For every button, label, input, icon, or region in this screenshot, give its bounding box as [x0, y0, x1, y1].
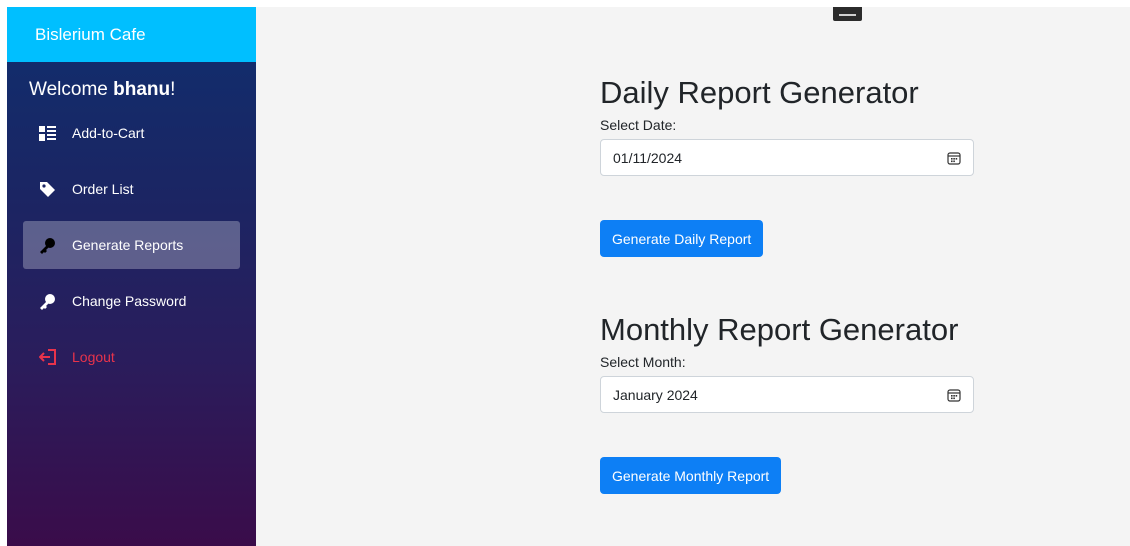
sidebar-nav: Add-to-Cart Order List Generate Reports …: [7, 109, 256, 381]
date-input[interactable]: 01/11/2024: [600, 139, 974, 176]
sidebar-item-logout[interactable]: Logout: [23, 333, 240, 381]
username: bhanu: [113, 79, 171, 100]
sidebar: Bislerium Cafe Welcome bhanu! Add-to-Car…: [7, 7, 256, 546]
key-icon: [38, 236, 56, 254]
month-input-value: January 2024: [613, 386, 698, 403]
daily-report-section: Daily Report Generator Select Date: 01/1…: [600, 75, 974, 257]
calendar-icon[interactable]: [947, 388, 961, 402]
sidebar-item-order-list[interactable]: Order List: [23, 165, 240, 213]
daily-report-title: Daily Report Generator: [600, 75, 919, 110]
generate-daily-report-button[interactable]: Generate Daily Report: [600, 220, 764, 257]
drag-handle[interactable]: [833, 7, 862, 21]
select-month-label: Select Month:: [600, 354, 686, 370]
welcome-prefix: Welcome: [29, 79, 114, 100]
calendar-icon[interactable]: [947, 151, 961, 165]
sidebar-item-label: Change Password: [72, 293, 187, 309]
logout-icon: [38, 348, 56, 366]
sidebar-item-label: Add-to-Cart: [72, 125, 145, 141]
tag-icon: [38, 180, 56, 198]
welcome-message: Welcome bhanu!: [7, 79, 256, 101]
key-icon: [38, 292, 56, 310]
brand-name: Bislerium Cafe: [35, 24, 146, 44]
brand-bar[interactable]: Bislerium Cafe: [7, 7, 256, 62]
sidebar-item-add-to-cart[interactable]: Add-to-Cart: [23, 109, 240, 157]
main-content: Daily Report Generator Select Date: 01/1…: [256, 7, 1130, 546]
welcome-suffix: !: [170, 79, 176, 100]
sidebar-item-label: Generate Reports: [72, 237, 184, 253]
monthly-report-section: Monthly Report Generator Select Month: J…: [600, 312, 974, 494]
sidebar-item-change-password[interactable]: Change Password: [23, 277, 240, 325]
grid-list-icon: [38, 124, 56, 142]
date-input-value: 01/11/2024: [613, 149, 683, 166]
select-date-label: Select Date:: [600, 117, 677, 133]
generate-monthly-report-button[interactable]: Generate Monthly Report: [600, 457, 782, 494]
month-input[interactable]: January 2024: [600, 376, 974, 413]
app-window: Bislerium Cafe Welcome bhanu! Add-to-Car…: [7, 7, 1130, 546]
sidebar-item-generate-reports[interactable]: Generate Reports: [23, 221, 240, 269]
sidebar-item-label: Order List: [72, 181, 134, 197]
sidebar-item-label: Logout: [72, 349, 115, 365]
monthly-report-title: Monthly Report Generator: [600, 312, 959, 347]
